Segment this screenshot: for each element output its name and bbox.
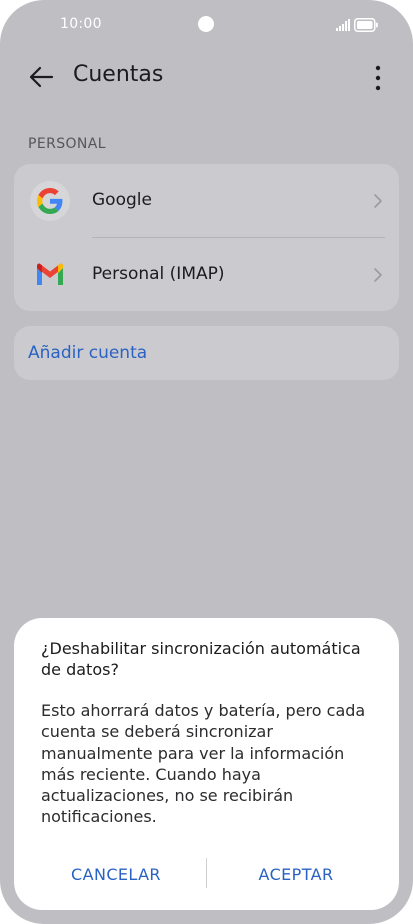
- accounts-card: Google Personal (IMAP): [14, 164, 399, 311]
- account-label: Google: [92, 190, 152, 210]
- signal-icon: [336, 19, 350, 31]
- google-logo-icon: [30, 181, 70, 221]
- chevron-right-icon: [374, 194, 382, 208]
- front-camera: [198, 16, 214, 32]
- accept-button[interactable]: ACEPTAR: [226, 852, 366, 896]
- add-account-label: Añadir cuenta: [28, 343, 148, 363]
- chevron-right-icon: [374, 268, 382, 282]
- account-label: Personal (IMAP): [92, 264, 225, 284]
- account-row-imap[interactable]: Personal (IMAP): [14, 238, 399, 311]
- dialog-message: Esto ahorrará datos y batería, pero cada…: [41, 701, 366, 827]
- cancel-button[interactable]: CANCELAR: [46, 852, 186, 896]
- section-label: PERSONAL: [28, 136, 106, 152]
- add-account-button[interactable]: Añadir cuenta: [14, 326, 399, 380]
- page-title: Cuentas: [73, 62, 164, 87]
- sync-dialog: ¿Deshabilitar sincronización automática …: [14, 618, 399, 910]
- gmail-logo-icon: [30, 255, 70, 295]
- account-row-google[interactable]: Google: [14, 164, 399, 237]
- button-divider: [206, 858, 207, 888]
- battery-icon: [354, 18, 378, 32]
- dialog-title: ¿Deshabilitar sincronización automática …: [41, 639, 361, 679]
- status-time: 10:00: [60, 16, 102, 32]
- more-options-icon[interactable]: [369, 64, 387, 92]
- status-bar: 10:00: [0, 0, 413, 52]
- back-arrow-icon[interactable]: [28, 64, 54, 90]
- phone-screen: 10:00 Cuentas PERSONAL Google Personal (…: [0, 0, 413, 924]
- app-bar: Cuentas: [0, 52, 413, 102]
